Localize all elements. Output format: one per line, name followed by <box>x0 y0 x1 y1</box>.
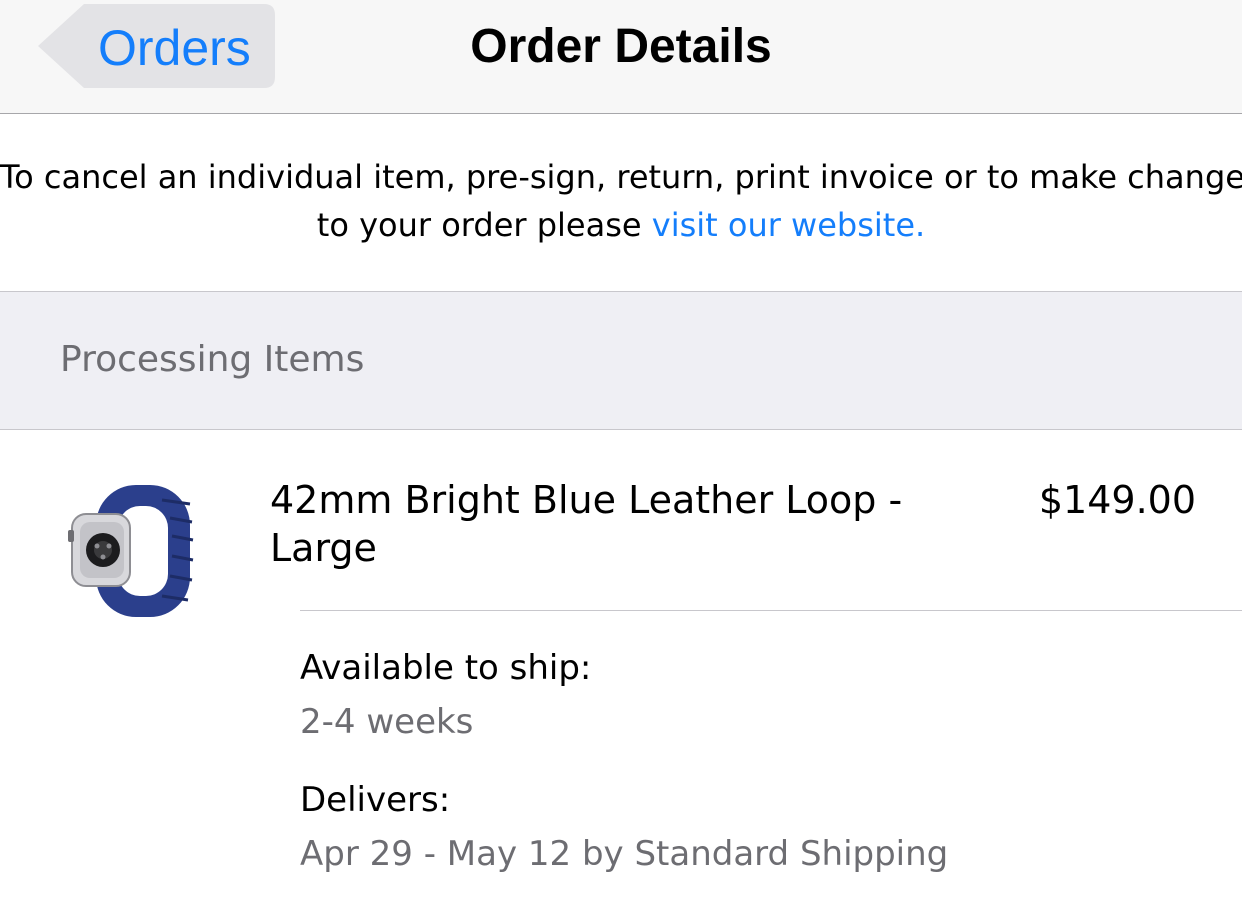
availability-value: 2-4 weeks <box>300 702 474 742</box>
item-divider <box>300 610 1242 611</box>
notice-line-2-text: to your order please <box>316 206 652 244</box>
navigation-bar: Orders Order Details <box>0 0 1242 114</box>
availability-label: Available to ship: <box>300 648 592 688</box>
notice-line-1: To cancel an individual item, pre-sign, … <box>0 158 1242 196</box>
delivery-label: Delivers: <box>300 780 451 820</box>
section-header: Processing Items <box>0 291 1242 430</box>
notice-line-2: to your order please visit our website. <box>0 201 1242 249</box>
page-title: Order Details <box>470 20 772 73</box>
cancel-notice: To cancel an individual item, pre-sign, … <box>0 153 1242 249</box>
item-price: $149.00 <box>1038 478 1196 522</box>
item-name: 42mm Bright Blue Leather Loop - Large <box>270 478 903 570</box>
visit-website-link[interactable]: visit our website. <box>652 206 925 244</box>
delivery-value: Apr 29 - May 12 by Standard Shipping <box>300 834 949 874</box>
section-title: Processing Items <box>60 339 365 380</box>
watch-band-icon <box>66 480 196 620</box>
